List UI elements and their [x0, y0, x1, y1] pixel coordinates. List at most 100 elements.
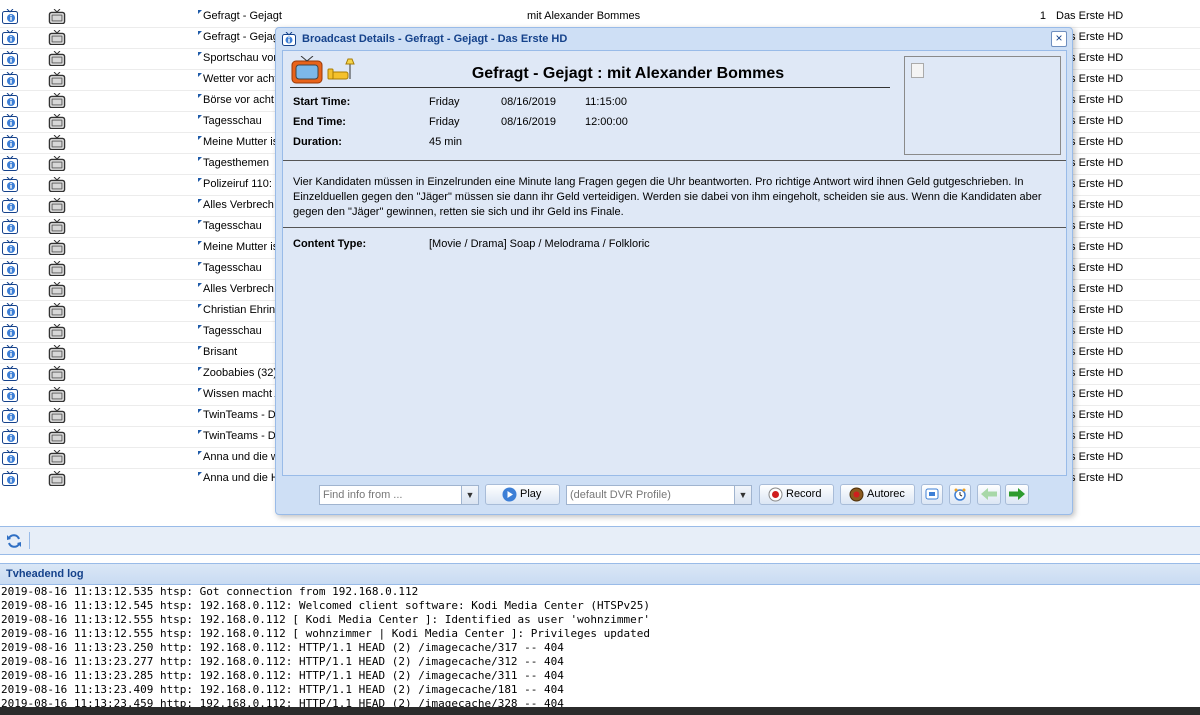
- broadcast-details-icon[interactable]: [2, 92, 18, 108]
- start-time-label: Start Time:: [293, 96, 351, 108]
- play-tv-icon[interactable]: [48, 449, 66, 466]
- alarm-clock-icon: [954, 488, 966, 501]
- broadcast-details-dialog: Broadcast Details - Gefragt - Gejagt - D…: [275, 27, 1073, 515]
- broadcast-details-icon[interactable]: [2, 407, 18, 423]
- play-tv-icon[interactable]: [48, 92, 66, 109]
- broadcast-details-icon[interactable]: [2, 428, 18, 444]
- broadcast-details-icon[interactable]: [2, 365, 18, 381]
- bottom-strip: [0, 707, 1200, 715]
- program-subtitle: mit Alexander Bommes: [527, 10, 641, 22]
- broadcast-details-icon[interactable]: [2, 344, 18, 360]
- broadcast-details-icon[interactable]: [2, 71, 18, 87]
- autorec-label: Autorec: [867, 488, 905, 500]
- content-type-value: [Movie / Drama] Soap / Melodrama / Folkl…: [429, 238, 650, 250]
- play-tv-icon[interactable]: [48, 134, 66, 151]
- grid-toolbar: [0, 526, 1200, 555]
- autorec-button[interactable]: Autorec: [840, 484, 915, 505]
- broadcast-details-icon[interactable]: [2, 449, 18, 465]
- alarm-button[interactable]: [949, 484, 971, 505]
- close-icon: ×: [1055, 31, 1063, 45]
- broadcast-details-icon[interactable]: [2, 50, 18, 66]
- log-line: 2019-08-16 11:13:23.459 http: 192.168.0.…: [1, 697, 564, 707]
- dvr-profile-combo[interactable]: (default DVR Profile) ▼: [566, 485, 752, 505]
- play-button[interactable]: Play: [485, 484, 560, 505]
- record-icon: [768, 487, 783, 502]
- broadcast-details-icon[interactable]: [2, 281, 18, 297]
- play-tv-icon[interactable]: [48, 323, 66, 340]
- play-tv-icon[interactable]: [48, 71, 66, 88]
- end-time: 12:00:00: [585, 116, 628, 128]
- section-separator: [283, 227, 1066, 228]
- record-button[interactable]: Record: [759, 484, 834, 505]
- broadcast-details-icon[interactable]: [2, 155, 18, 171]
- play-tv-icon[interactable]: [48, 239, 66, 256]
- dialog-titlebar[interactable]: Broadcast Details - Gefragt - Gejagt - D…: [276, 28, 1072, 50]
- duration-value: 45 min: [429, 136, 463, 148]
- record-label: Record: [786, 488, 822, 500]
- play-tv-icon[interactable]: [48, 260, 66, 277]
- dvr-profile-value: (default DVR Profile): [570, 489, 671, 501]
- previous-button[interactable]: [977, 484, 1001, 505]
- find-info-placeholder: Find info from ...: [323, 489, 403, 501]
- broadcast-info-icon: [282, 32, 296, 46]
- play-tv-icon[interactable]: [48, 281, 66, 298]
- play-tv-icon[interactable]: [48, 8, 66, 25]
- end-day: Friday: [429, 116, 460, 128]
- log-line: 2019-08-16 11:13:12.535 htsp: Got connec…: [1, 585, 419, 598]
- broadcast-details-icon[interactable]: [2, 386, 18, 402]
- broadcast-details-icon[interactable]: [2, 218, 18, 234]
- log-line: 2019-08-16 11:13:23.285 http: 192.168.0.…: [1, 669, 564, 682]
- table-row[interactable]: Gefragt - Gejagt mit Alexander Bommes 1 Das…: [0, 6, 1200, 28]
- play-tv-icon[interactable]: [48, 470, 66, 487]
- find-info-combo[interactable]: Find info from ... ▼: [319, 485, 479, 505]
- play-tv-icon[interactable]: [48, 386, 66, 403]
- refresh-icon[interactable]: [6, 533, 22, 549]
- next-button[interactable]: [1005, 484, 1029, 505]
- broadcast-details-icon[interactable]: [2, 260, 18, 276]
- play-tv-icon[interactable]: [48, 365, 66, 382]
- play-tv-icon[interactable]: [48, 29, 66, 46]
- broken-image-icon: [911, 63, 924, 78]
- play-tv-icon[interactable]: [48, 50, 66, 67]
- broadcast-details-icon[interactable]: [2, 239, 18, 255]
- play-tv-icon[interactable]: [48, 428, 66, 445]
- log-line: 2019-08-16 11:13:23.409 http: 192.168.0.…: [1, 683, 564, 696]
- start-time: 11:15:00: [585, 96, 628, 108]
- play-tv-icon[interactable]: [48, 155, 66, 172]
- broadcast-details-icon[interactable]: [2, 197, 18, 213]
- broadcast-details-icon[interactable]: [2, 29, 18, 45]
- play-tv-icon[interactable]: [48, 218, 66, 235]
- title-underline: [290, 87, 890, 88]
- chevron-down-icon[interactable]: ▼: [461, 486, 478, 504]
- play-icon: [502, 487, 517, 502]
- play-tv-icon[interactable]: [48, 113, 66, 130]
- play-tv-icon[interactable]: [48, 407, 66, 424]
- duration-label: Duration:: [293, 136, 342, 148]
- broadcast-image: [904, 56, 1061, 155]
- play-tv-icon[interactable]: [48, 344, 66, 361]
- play-tv-icon[interactable]: [48, 302, 66, 319]
- broadcast-details-icon[interactable]: [2, 302, 18, 318]
- broadcast-details-icon[interactable]: [2, 323, 18, 339]
- dialog-title: Broadcast Details - Gefragt - Gejagt - D…: [302, 33, 568, 45]
- broadcast-details-icon[interactable]: [2, 8, 18, 24]
- broadcast-details-icon[interactable]: [2, 176, 18, 192]
- chevron-down-icon[interactable]: ▼: [734, 486, 751, 504]
- section-separator: [283, 160, 1066, 161]
- end-time-label: End Time:: [293, 116, 346, 128]
- toolbar-separator: [29, 532, 30, 549]
- autorec-icon: [849, 487, 864, 502]
- log-line: 2019-08-16 11:13:23.277 http: 192.168.0.…: [1, 655, 564, 668]
- play-tv-icon[interactable]: [48, 197, 66, 214]
- tv-couch-icon: [291, 56, 355, 84]
- broadcast-details-icon[interactable]: [2, 470, 18, 486]
- previous-broadcast-info-button[interactable]: [921, 484, 943, 505]
- episode-number: 1: [1039, 10, 1046, 22]
- play-tv-icon[interactable]: [48, 176, 66, 193]
- arrow-left-icon: [981, 488, 997, 500]
- log-panel-title: Tvheadend log: [6, 568, 84, 580]
- close-button[interactable]: ×: [1051, 31, 1067, 47]
- broadcast-details-icon[interactable]: [2, 134, 18, 150]
- play-label: Play: [520, 488, 542, 500]
- broadcast-details-icon[interactable]: [2, 113, 18, 129]
